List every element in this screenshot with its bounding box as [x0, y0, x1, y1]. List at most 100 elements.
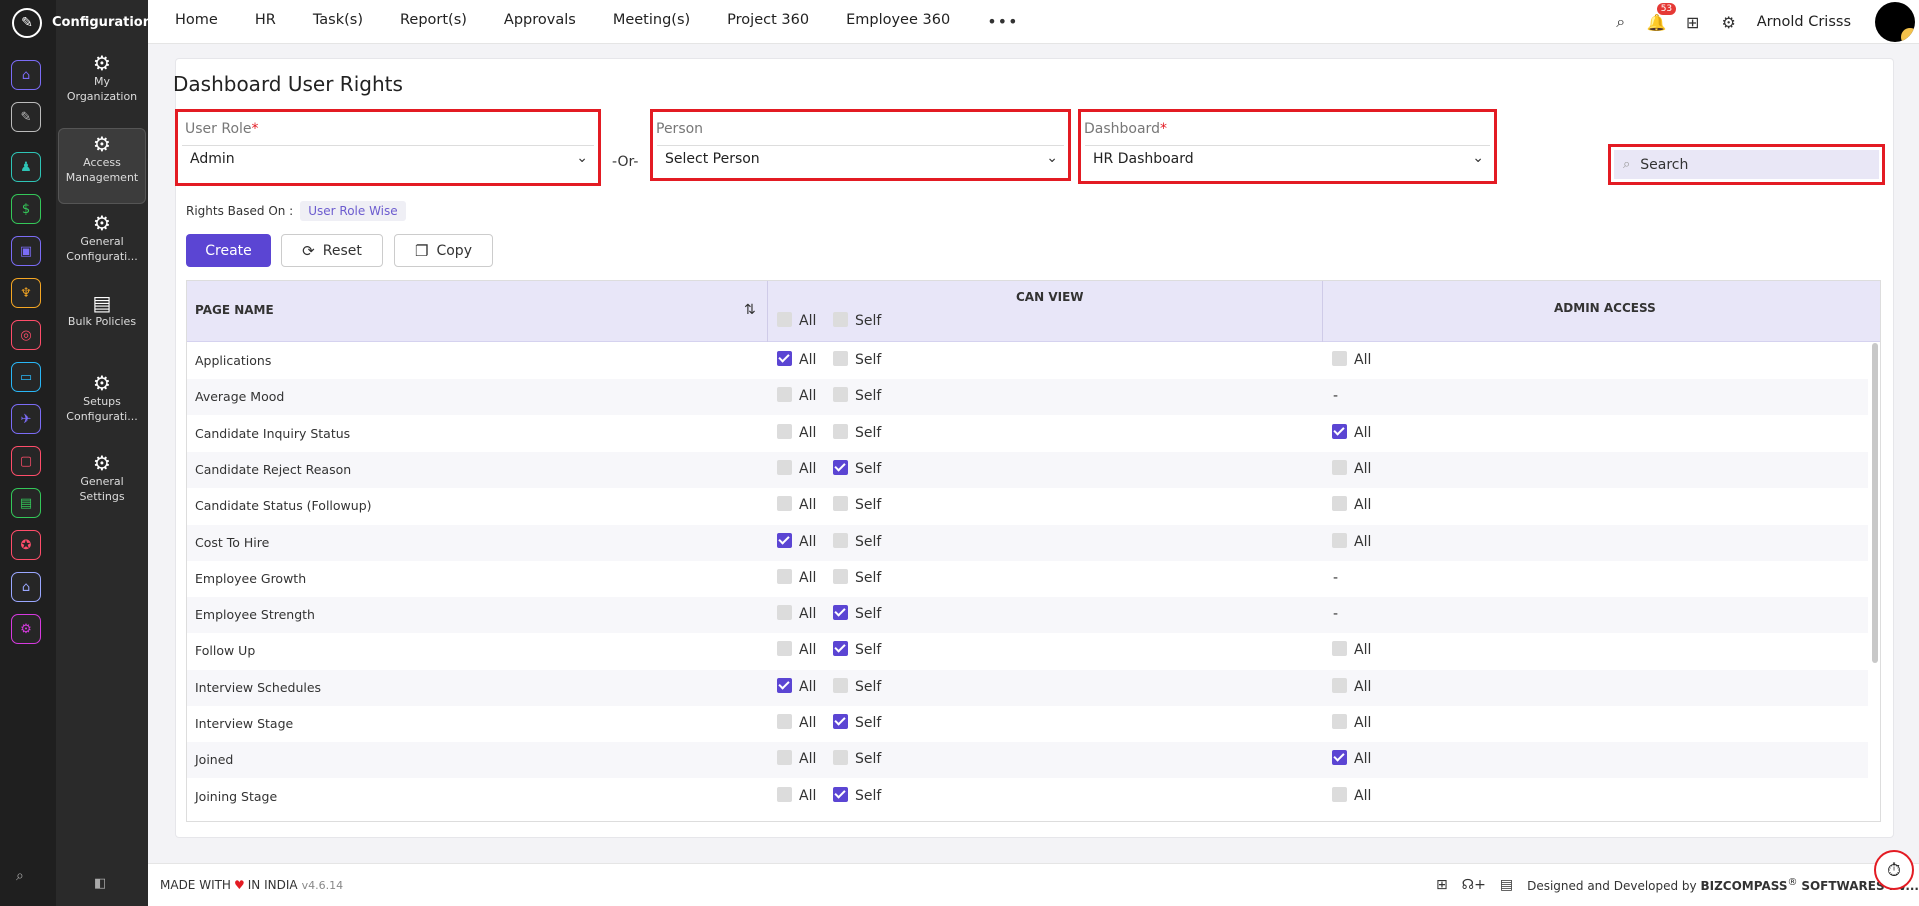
nav-home[interactable]: Home	[175, 12, 218, 31]
house-icon[interactable]: ⌂	[11, 572, 41, 602]
doc-icon[interactable]: ▤	[11, 488, 41, 518]
admin-all-checkbox[interactable]	[1332, 714, 1347, 729]
view-self-checkbox[interactable]	[833, 496, 848, 512]
more-menu-icon[interactable]: •••	[987, 12, 1018, 31]
view-all-checkbox[interactable]	[777, 605, 792, 621]
org-icon[interactable]: ♟	[11, 152, 41, 182]
search-input[interactable]	[1640, 156, 1861, 173]
nav-tasks[interactable]: Task(s)	[313, 12, 363, 31]
view-self-checkbox[interactable]	[833, 459, 848, 475]
admin-all-checkbox[interactable]	[1332, 677, 1347, 693]
search-icon[interactable]: ⌕	[1603, 12, 1639, 32]
page-name-cell: Employee Growth	[195, 570, 307, 586]
plane-icon[interactable]: ✈	[11, 404, 41, 434]
view-all-header-checkbox[interactable]	[777, 312, 792, 327]
view-self-checkbox[interactable]	[833, 387, 848, 403]
view-all-checkbox[interactable]	[777, 786, 792, 802]
view-all-checkbox[interactable]	[777, 750, 792, 766]
settings-icon[interactable]: ⚙	[11, 614, 41, 644]
view-self-checkbox[interactable]	[833, 423, 848, 439]
view-self-checkbox[interactable]	[833, 568, 848, 584]
sort-icon[interactable]: ⇅	[744, 302, 756, 318]
apps-grid-icon[interactable]: ⊞	[1675, 13, 1711, 32]
user-name[interactable]: Arnold Crisss	[1757, 14, 1851, 30]
admin-all-checkbox[interactable]	[1332, 750, 1347, 766]
nav-employee-360[interactable]: Employee 360	[846, 12, 950, 31]
avatar[interactable]	[1875, 2, 1915, 42]
box-icon[interactable]: ▭	[11, 362, 41, 392]
gear-icon[interactable]: ⚙	[1711, 13, 1747, 32]
view-all-checkbox[interactable]	[777, 351, 792, 366]
view-all-checkbox[interactable]	[777, 714, 792, 729]
admin-all-checkbox[interactable]	[1332, 496, 1347, 512]
dashboard-field[interactable]: Dashboard* HR Dashboard ⌄	[1078, 109, 1497, 184]
windows-icon[interactable]: ⊞	[1436, 877, 1448, 893]
app-logo-icon[interactable]: ✎	[12, 8, 42, 38]
view-self-checkbox[interactable]	[833, 677, 848, 693]
document-icon: ▤	[92, 291, 112, 315]
admin-all-checkbox[interactable]	[1332, 459, 1347, 475]
view-all-checkbox[interactable]	[777, 677, 792, 693]
view-all-checkbox[interactable]	[777, 496, 792, 512]
money-icon[interactable]: $	[11, 194, 41, 224]
wheat-icon[interactable]: ♆	[11, 278, 41, 308]
admin-all-checkbox[interactable]	[1332, 641, 1347, 657]
sidebar-item-general-configuration[interactable]: ⚙ General Configurati...	[58, 208, 146, 284]
admin-all-checkbox[interactable]	[1332, 423, 1347, 439]
table-row: Candidate Inquiry Status All Self All	[187, 416, 1868, 452]
monitor-icon[interactable]: ▢	[11, 446, 41, 476]
view-self-checkbox[interactable]	[833, 786, 848, 802]
view-all-checkbox[interactable]	[777, 387, 792, 403]
view-all-checkbox[interactable]	[777, 532, 792, 548]
create-button[interactable]: Create	[186, 234, 271, 267]
support-icon[interactable]: ☊+	[1462, 877, 1486, 893]
nav-reports[interactable]: Report(s)	[400, 12, 467, 31]
nav-meetings[interactable]: Meeting(s)	[613, 12, 690, 31]
checkbox-label: All	[799, 715, 817, 731]
nav-hr[interactable]: HR	[255, 12, 276, 31]
person-field[interactable]: Person Select Person ⌄	[650, 109, 1071, 181]
admin-all-checkbox[interactable]	[1332, 351, 1347, 366]
person-select[interactable]: Select Person ⌄	[657, 145, 1064, 172]
page-name-cell: Employee Strength	[195, 607, 315, 623]
target-icon[interactable]: ◎	[11, 320, 41, 350]
dashboard-select[interactable]: HR Dashboard ⌄	[1085, 145, 1490, 172]
briefcase-icon[interactable]: ▣	[11, 236, 41, 266]
sidebar-item-my-organization[interactable]: ⚙ My Organization	[58, 48, 146, 124]
user-role-select[interactable]: Admin ⌄	[182, 145, 594, 172]
checkbox-label: All	[799, 751, 817, 768]
sidebar-item-setups-configuration[interactable]: ⚙ Setups Configurati...	[58, 368, 146, 444]
admin-all-checkbox[interactable]	[1332, 786, 1347, 802]
sidebar-item-access-management[interactable]: ⚙ Access Management	[58, 128, 146, 204]
pin-icon[interactable]: ✎	[11, 102, 41, 132]
view-self-header-checkbox[interactable]	[833, 312, 848, 327]
view-self-checkbox[interactable]	[833, 605, 848, 621]
admin-all-checkbox[interactable]	[1332, 532, 1347, 548]
collapse-sidebar-icon[interactable]: ◧	[94, 876, 106, 891]
nav-project-360[interactable]: Project 360	[727, 12, 809, 31]
view-self-checkbox[interactable]	[833, 641, 848, 657]
table-scrollbar[interactable]	[1872, 343, 1878, 663]
sidebar-item-general-settings[interactable]: ⚙ General Settings	[58, 448, 146, 524]
view-all-checkbox[interactable]	[777, 459, 792, 475]
view-self-checkbox[interactable]	[833, 532, 848, 548]
nav-approvals[interactable]: Approvals	[504, 12, 576, 31]
view-self-checkbox[interactable]	[833, 750, 848, 766]
home-icon[interactable]: ⌂	[11, 60, 41, 90]
checkbox-label: All	[1354, 715, 1372, 731]
view-all-checkbox[interactable]	[777, 423, 792, 439]
clipboard-icon[interactable]: ▤	[1500, 877, 1513, 893]
view-self-checkbox[interactable]	[833, 351, 848, 366]
view-all-checkbox[interactable]	[777, 641, 792, 657]
user-role-field[interactable]: User Role* Admin ⌄	[175, 109, 601, 186]
sidebar-item-bulk-policies[interactable]: ▤ Bulk Policies	[58, 288, 146, 364]
bell-icon[interactable]: 🔔 53	[1639, 2, 1677, 32]
search-icon[interactable]: ⌕	[16, 868, 24, 884]
view-self-checkbox[interactable]	[833, 714, 848, 729]
timer-icon[interactable]: ⏱	[1874, 850, 1914, 890]
view-all-checkbox[interactable]	[777, 568, 792, 584]
page-name-cell: Interview Schedules	[195, 679, 322, 695]
badge-icon[interactable]: ✪	[11, 530, 41, 560]
reset-button[interactable]: ⟳ Reset	[281, 234, 383, 267]
copy-button[interactable]: ❐ Copy	[394, 234, 493, 267]
